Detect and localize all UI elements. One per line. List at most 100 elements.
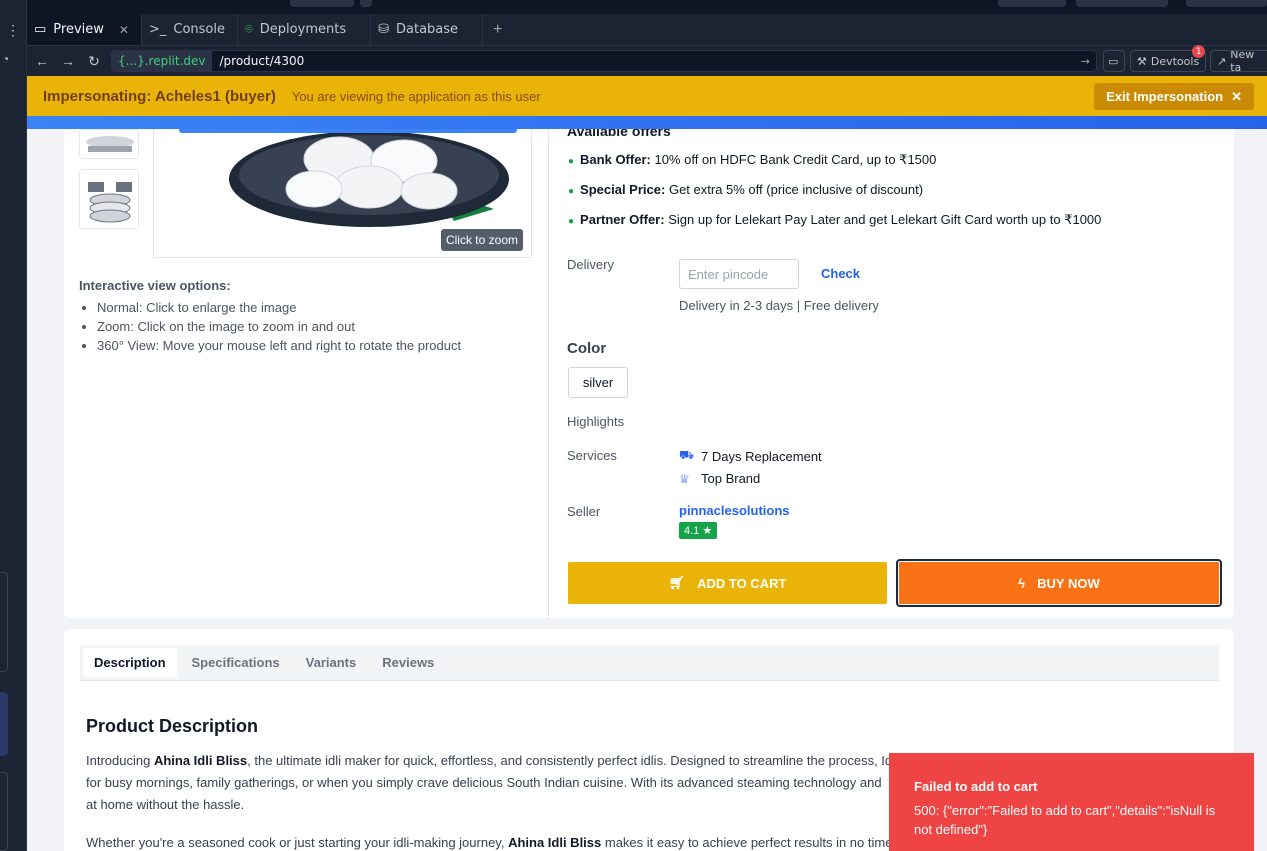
monitor-icon: ▭ <box>1108 54 1119 68</box>
service-text: 7 Days Replacement <box>701 448 822 464</box>
seller-rating-badge: 4.1 ★ <box>679 522 718 539</box>
product-card: Click to zoom Interactive view options: … <box>64 123 1234 618</box>
url-host: {...}.replit.dev <box>112 51 212 71</box>
text-run: makes it easy to achieve perfect results… <box>601 835 893 850</box>
lightning-icon: ϟ <box>1018 575 1026 591</box>
seller-link[interactable]: pinnaclesolutions <box>679 503 790 518</box>
go-arrow-icon[interactable]: → <box>1081 55 1090 68</box>
thumbnail-image <box>86 136 134 152</box>
tab-specifications[interactable]: Specifications <box>181 648 291 677</box>
buy-now-label: BUY NOW <box>1037 575 1100 591</box>
text-run: for busy mornings, family gatherings, or… <box>86 775 882 790</box>
url-path: /product/4300 <box>219 54 305 68</box>
product-main-image[interactable]: Click to zoom <box>153 129 532 258</box>
close-icon[interactable]: ✕ <box>119 23 129 37</box>
zoom-hint: Click to zoom <box>440 229 523 251</box>
exit-impersonation-button[interactable]: Exit Impersonation ✕ <box>1094 83 1254 110</box>
view-options-list: Normal: Click to enlarge the image Zoom:… <box>97 298 461 355</box>
product-name: Ahina Idli Bliss <box>153 753 248 768</box>
tab-label: Database <box>396 22 459 37</box>
details-tabs: Description Specifications Variants Revi… <box>80 645 1219 681</box>
speedometer-icon[interactable]: ◔ <box>2 52 9 66</box>
deploy-icon: ⌾ <box>244 22 253 37</box>
buy-now-button[interactable]: ϟ BUY NOW <box>896 559 1222 607</box>
offer-item: ● Bank Offer: 10% off on HDFC Bank Credit… <box>568 152 936 168</box>
devtools-label: Devtools <box>1150 54 1200 68</box>
header-accent-bar <box>27 116 1267 129</box>
add-to-cart-button[interactable]: 🛒︎ ADD TO CART <box>568 562 887 604</box>
back-arrow-icon[interactable]: ← <box>29 53 55 69</box>
view-options-title: Interactive view options: <box>79 278 231 293</box>
color-title: Color <box>567 340 607 357</box>
product-description-title: Product Description <box>86 716 259 736</box>
text-run: , the ultimate idli maker for quick, eff… <box>247 753 893 768</box>
terminal-icon: >_ <box>148 22 167 37</box>
view-option: Zoom: Click on the image to zoom in and … <box>97 317 461 336</box>
monitor-icon: ▭ <box>34 22 47 37</box>
rail-panel <box>0 572 8 672</box>
offer-name: Special Price: <box>580 182 666 197</box>
cart-icon: 🛒︎ <box>668 575 686 590</box>
pincode-input[interactable]: Enter pincode <box>679 259 799 289</box>
offer-name: Bank Offer: <box>580 152 651 167</box>
highlights-label: Highlights <box>567 414 625 429</box>
screen-toggle-button[interactable]: ▭ <box>1103 50 1125 72</box>
thumbnail-image <box>88 182 132 223</box>
workspace-tabbar: ▭ Preview ✕ >_ Console ⌾ Deployments ⛁ D… <box>27 14 1267 46</box>
tab-deployments[interactable]: ⌾ Deployments <box>238 14 372 45</box>
view-option: Normal: Click to enlarge the image <box>97 298 461 317</box>
service-item: ⛟ 7 Days Replacement <box>679 448 822 464</box>
services-label: Services <box>567 448 617 463</box>
reload-icon[interactable]: ↻ <box>81 53 107 70</box>
add-to-cart-label: ADD TO CART <box>697 575 787 591</box>
offer-item: ● Special Price: Get extra 5% off (price … <box>568 182 923 197</box>
offer-text: 10% off on HDFC Bank Credit Card, up to … <box>654 152 937 167</box>
notification-badge: 1 <box>1192 45 1206 58</box>
image-overlay-bar <box>179 129 517 133</box>
offer-name: Partner Offer: <box>580 212 665 227</box>
external-link-icon: ↗ <box>1217 54 1227 68</box>
rail-panel-bottom <box>0 772 8 851</box>
product-name: Ahina Idli Bliss <box>508 835 602 850</box>
column-divider <box>548 129 549 618</box>
bullet-icon: ● <box>568 156 575 167</box>
impersonation-banner: Impersonating: Acheles1 (buyer) You are … <box>27 76 1267 116</box>
rail-active-indicator <box>0 692 8 756</box>
new-tab-label: New ta <box>1230 50 1255 72</box>
truck-icon: ⛟ <box>679 448 695 462</box>
check-pincode-button[interactable]: Check <box>821 266 860 281</box>
new-tab-button[interactable]: ↗ New ta <box>1210 50 1267 72</box>
tab-console[interactable]: >_ Console <box>142 14 238 45</box>
delivery-label: Delivery <box>567 257 614 272</box>
more-options-icon[interactable]: ⋮ <box>6 22 20 39</box>
app-viewport: Click to zoom Interactive view options: … <box>27 76 1267 851</box>
tab-database[interactable]: ⛁ Database <box>371 14 484 45</box>
offer-item: ● Partner Offer: Sign up for Lelekart Pay… <box>568 212 1101 228</box>
error-toast[interactable]: Failed to add to cart 500: {"error":"Fai… <box>889 753 1254 851</box>
color-option-silver[interactable]: silver <box>568 367 628 398</box>
devtools-button[interactable]: ⚒ Devtools 1 <box>1130 45 1207 72</box>
toast-title: Failed to add to cart <box>914 779 1038 794</box>
add-tab-button[interactable]: + <box>483 14 512 45</box>
wrench-icon: ⚒ <box>1137 54 1147 68</box>
product-thumbnail[interactable] <box>79 169 139 229</box>
tab-preview[interactable]: ▭ Preview ✕ <box>27 14 142 45</box>
tab-label: Console <box>173 22 225 37</box>
tab-variants[interactable]: Variants <box>295 648 368 677</box>
top-strip <box>27 0 1267 14</box>
tab-label: Deployments <box>259 22 347 37</box>
product-thumbnail[interactable] <box>79 129 139 159</box>
close-icon: ✕ <box>1231 88 1242 104</box>
url-field[interactable]: {...}.replit.dev /product/4300 → <box>111 50 1097 72</box>
preview-urlbar: ← → ↻ {...}.replit.dev /product/4300 → ▭… <box>27 45 1267 76</box>
view-option: 360° View: Move your mouse left and righ… <box>97 336 461 355</box>
toast-message: 500: {"error":"Failed to add to cart","d… <box>914 803 1216 837</box>
database-icon: ⛁ <box>378 22 389 37</box>
bullet-icon: ● <box>568 186 575 197</box>
tab-label: Preview <box>53 22 104 37</box>
tab-reviews[interactable]: Reviews <box>371 648 445 677</box>
forward-arrow-icon[interactable]: → <box>55 53 81 69</box>
tab-description[interactable]: Description <box>83 648 177 677</box>
offer-text: Sign up for Lelekart Pay Later and get L… <box>668 212 1102 227</box>
service-text: Top Brand <box>701 471 761 486</box>
